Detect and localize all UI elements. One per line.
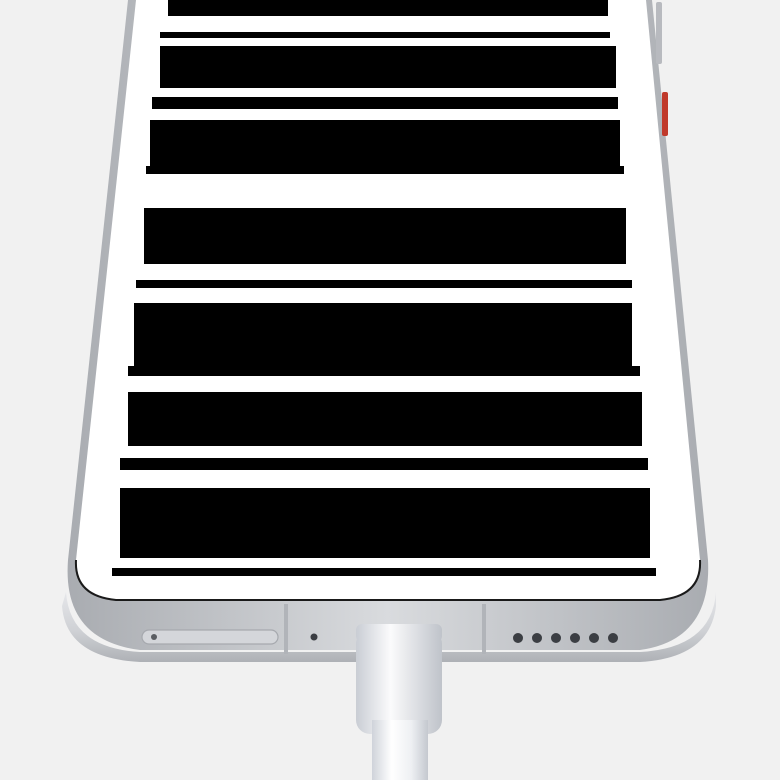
speaker-hole — [570, 633, 580, 643]
antenna-line — [284, 604, 288, 654]
redaction-bar — [160, 46, 616, 88]
sim-tray — [141, 629, 279, 645]
redaction-bar — [120, 458, 648, 470]
cable-plug — [356, 630, 442, 734]
speaker-hole — [589, 633, 599, 643]
speaker-hole — [513, 633, 523, 643]
power-button — [662, 92, 668, 136]
speaker-hole — [608, 633, 618, 643]
redaction-bar — [150, 120, 620, 168]
redaction-bar — [128, 366, 640, 376]
microphone-hole — [310, 633, 318, 641]
redaction-bar — [144, 208, 626, 264]
product-photo — [62, 0, 716, 780]
redaction-bar — [128, 392, 642, 446]
redaction-bar — [152, 97, 618, 109]
redaction-bar — [146, 166, 624, 174]
speaker-hole — [532, 633, 542, 643]
redaction-bar — [134, 303, 632, 373]
redaction-bar — [160, 32, 610, 38]
redaction-bar — [168, 0, 608, 16]
redacted-content — [112, 0, 656, 576]
antenna-line — [482, 604, 486, 654]
redaction-bar — [120, 488, 650, 558]
volume-button — [656, 2, 662, 64]
redaction-bar — [112, 568, 656, 576]
cable-wire — [372, 720, 428, 780]
usb-c-cable — [356, 624, 442, 780]
speaker-hole — [551, 633, 561, 643]
sim-eject-hole — [151, 634, 157, 640]
redaction-bar — [136, 280, 632, 288]
